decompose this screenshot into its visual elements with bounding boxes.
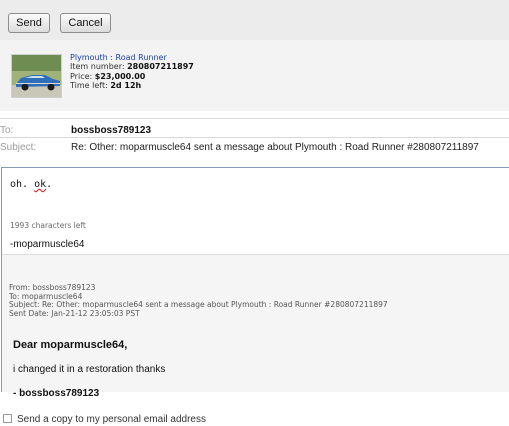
quoted-greeting: Dear moparmuscle64, bbox=[13, 339, 128, 351]
send-button[interactable]: Send bbox=[8, 13, 50, 33]
signature-text: -moparmuscle64 bbox=[10, 239, 85, 250]
divider bbox=[0, 137, 509, 138]
send-copy-checkbox[interactable] bbox=[3, 414, 12, 423]
item-time-left-line: Time left: 2d 12h bbox=[70, 81, 142, 91]
item-price-line: Price: $23,000.00 bbox=[70, 71, 146, 81]
quoted-header: From: bossboss789123 To: moparmuscle64 S… bbox=[9, 283, 388, 318]
quoted-body: i changed it in a restoration thanks bbox=[13, 364, 166, 375]
quoted-sign-off: - bossboss789123 bbox=[13, 388, 100, 399]
item-title-link[interactable]: Plymouth : Road Runner bbox=[70, 53, 194, 62]
quoted-original-message: From: bossboss789123 To: moparmuscle64 S… bbox=[2, 254, 509, 399]
characters-left-counter: 1993 characters left bbox=[10, 221, 86, 230]
item-price: $23,000.00 bbox=[94, 71, 146, 81]
message-body-editor[interactable]: oh. ok. 1993 characters left -moparmuscl… bbox=[1, 167, 509, 399]
item-info: Plymouth : Road Runner Item number: 2808… bbox=[70, 53, 194, 91]
send-copy-label[interactable]: Send a copy to my personal email address bbox=[17, 414, 206, 425]
item-number-line: Item number: 280807211897 bbox=[70, 62, 194, 72]
subject-label: Subject: bbox=[0, 142, 37, 153]
subject-line: Re: Other: moparmuscle64 sent a message … bbox=[71, 142, 479, 153]
item-summary-panel: Plymouth : Road Runner Item number: 2808… bbox=[0, 40, 509, 111]
message-body-text[interactable]: oh. ok. bbox=[10, 179, 52, 190]
divider bbox=[0, 118, 509, 119]
recipient-name: bossboss789123 bbox=[71, 125, 152, 136]
car-photo-icon[interactable] bbox=[11, 54, 62, 98]
to-label: To: bbox=[0, 125, 14, 136]
cancel-button[interactable]: Cancel bbox=[60, 13, 111, 33]
misspelled-word[interactable]: ok bbox=[34, 179, 46, 190]
item-time-left: 2d 12h bbox=[110, 81, 142, 91]
message-toolbar: Send Cancel bbox=[0, 0, 509, 40]
quoted-sent-date: Sent Date: Jan-21-12 23:05:03 PST bbox=[9, 308, 140, 318]
send-copy-option[interactable]: Send a copy to my personal email address bbox=[3, 414, 206, 425]
item-number: 280807211897 bbox=[127, 62, 194, 72]
